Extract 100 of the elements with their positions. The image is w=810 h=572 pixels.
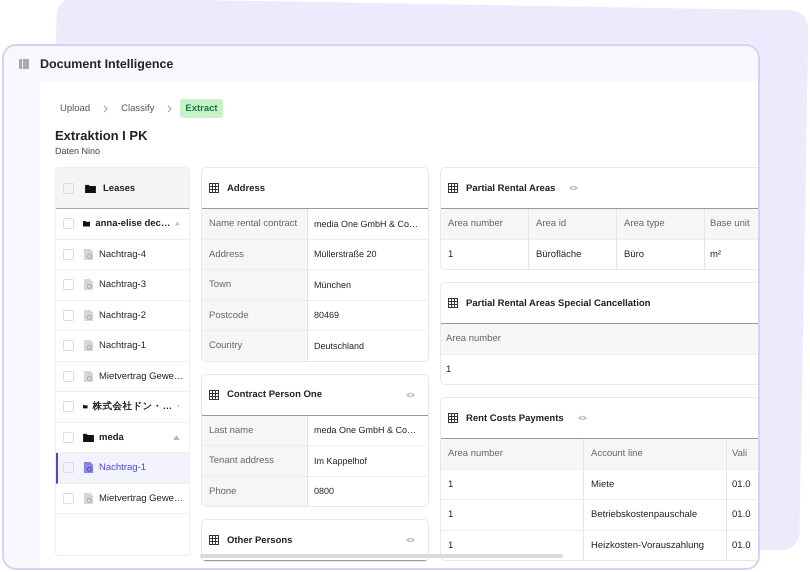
folder-icon	[83, 432, 94, 442]
chevron-icon	[167, 104, 172, 112]
table-cell-text: 1	[445, 362, 452, 377]
table-cell: 1	[441, 470, 584, 499]
chevron-icon	[103, 104, 108, 112]
checkbox[interactable]	[63, 370, 74, 382]
field-label: Country	[202, 331, 308, 360]
tree-root-label: Leases	[103, 182, 136, 194]
eye-icon[interactable]	[569, 185, 578, 191]
document-icon	[83, 492, 94, 504]
checkbox[interactable]	[63, 218, 74, 230]
window-title: Document Intelligence	[40, 57, 174, 71]
field-label: Phone	[202, 476, 308, 506]
table-icon	[448, 298, 458, 308]
card-title: Rent Costs Payments	[466, 412, 564, 424]
page-subtitle: Daten Nino	[55, 146, 102, 156]
checkbox[interactable]	[63, 340, 74, 352]
document-icon	[83, 340, 94, 352]
table-icon	[448, 183, 458, 193]
document-icon	[83, 462, 94, 474]
tree-item-label: Mietvertrag Gewe…	[99, 370, 184, 382]
tree-item[interactable]: 株式会社ドン・…	[56, 392, 189, 422]
column-header: Vali	[727, 439, 758, 468]
column-header: Area number	[441, 209, 529, 238]
table-cell-text: 01.0	[731, 508, 752, 522]
field-label: Postcode	[202, 300, 308, 330]
checkbox[interactable]	[63, 462, 74, 474]
field-label: Name rental contract	[202, 209, 308, 238]
checkbox[interactable]	[63, 279, 74, 290]
field-value: München	[313, 278, 352, 292]
breadcrumb-step[interactable]: Upload	[55, 99, 96, 118]
table-icon	[209, 183, 219, 193]
field-value: Im Kappelhof	[313, 454, 368, 468]
document-icon	[83, 310, 94, 321]
field-label: Tenant address	[202, 446, 308, 476]
card-title: Partial Rental Areas Special Cancellation	[466, 298, 650, 308]
checkbox[interactable]	[63, 248, 74, 260]
field-value: 0800	[313, 485, 336, 498]
sidebar-icon[interactable]	[19, 59, 29, 69]
field-value: media One GmbH & Co…	[313, 218, 420, 231]
field-value: Müllerstraße 20	[313, 248, 378, 262]
field-value: meda One GmbH & Co…	[313, 424, 418, 438]
breadcrumb-step[interactable]: Classify	[116, 99, 160, 118]
table-icon	[448, 413, 458, 423]
checkbox[interactable]	[63, 182, 74, 194]
table-cell-text: 01.0	[731, 478, 752, 492]
column-header: Area type	[617, 209, 705, 238]
table-icon	[209, 390, 219, 400]
eye-icon[interactable]	[406, 537, 415, 543]
tree-item-label: Nachtrag-1	[99, 340, 146, 352]
tree-item[interactable]: Nachtrag-1	[56, 453, 189, 484]
checkbox[interactable]	[63, 310, 74, 321]
caret-icon[interactable]	[173, 434, 180, 440]
folder-icon	[83, 219, 90, 228]
folder-icon	[83, 402, 88, 412]
tree-item-label: anna-elise dec…	[95, 218, 170, 230]
checkbox[interactable]	[63, 432, 74, 443]
tree-item[interactable]: Nachtrag-2	[56, 300, 189, 331]
table-cell: 1	[441, 240, 529, 269]
eye-icon[interactable]	[406, 392, 415, 398]
caret-icon[interactable]	[175, 221, 180, 226]
tree-item[interactable]: Nachtrag-4	[56, 240, 189, 270]
document-icon	[83, 370, 94, 382]
table-cell-text: m²	[709, 248, 722, 262]
folder-icon	[85, 184, 96, 192]
document-icon	[83, 279, 94, 290]
table-cell: Büro	[617, 240, 705, 269]
table-icon	[209, 535, 219, 545]
tree-item[interactable]: anna-elise dec…	[56, 209, 189, 240]
tree-item[interactable]: Mietvertrag Gewe…	[56, 362, 189, 392]
tree-item-label: 株式会社ドン・…	[92, 400, 172, 414]
field-label: Town	[202, 270, 308, 300]
column-header: Area id	[529, 209, 617, 238]
checkbox[interactable]	[63, 401, 74, 412]
tree-item[interactable]: Nachtrag-3	[56, 270, 189, 300]
field-value: Deutschland	[313, 340, 366, 353]
tree-item[interactable]: Nachtrag-1	[56, 331, 189, 362]
page-title: Extraktion I PK	[55, 128, 148, 143]
tree-item-label: meda	[99, 432, 124, 443]
breadcrumb-step[interactable]: Extract	[180, 99, 223, 118]
table-cell: Bürofläche	[529, 240, 617, 269]
table-cell-text: 01.0	[731, 538, 752, 553]
tree-item-label: Nachtrag-1	[99, 462, 146, 474]
field-label: Address	[202, 240, 308, 269]
tree-item-label: Nachtrag-4	[99, 248, 146, 260]
field-value: 80469	[313, 309, 340, 322]
card-title: Partial Rental Areas	[466, 182, 556, 194]
tree-item-label: Nachtrag-2	[99, 310, 146, 321]
checkbox[interactable]	[63, 492, 74, 504]
scrollbar-thumb[interactable]	[200, 554, 563, 558]
column-header: Account line	[584, 439, 727, 468]
field-label: Last name	[202, 416, 308, 445]
column-header: Area number	[441, 439, 584, 468]
card-title: Contract Person One	[227, 389, 322, 400]
tree-item[interactable]: Mietvertrag Gewe…	[56, 484, 189, 514]
eye-icon[interactable]	[578, 415, 587, 421]
card-title: Address	[227, 182, 266, 194]
column-header: Base unit	[705, 209, 758, 238]
table-cell: 1	[441, 500, 584, 530]
column-header: Area number	[441, 324, 758, 354]
